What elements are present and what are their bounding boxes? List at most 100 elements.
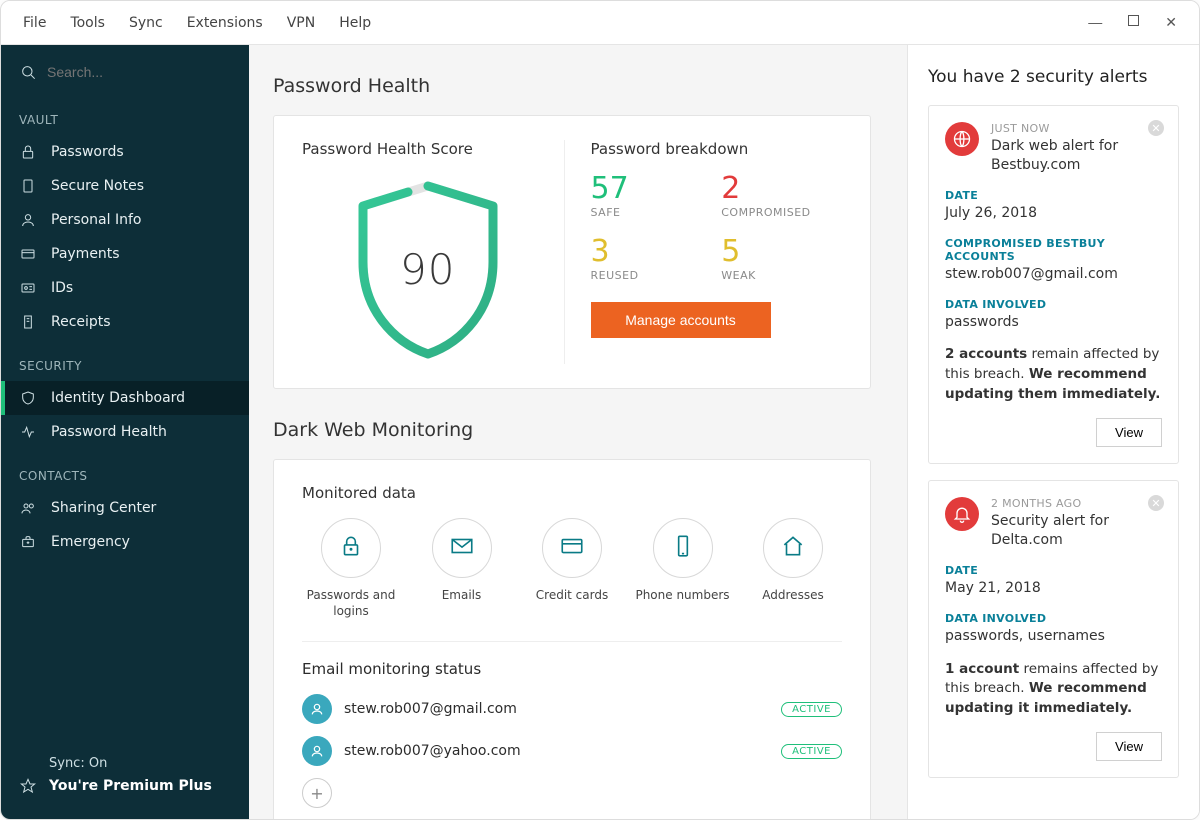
monitored-item-phone-numbers[interactable]: Phone numbers [634, 518, 732, 619]
breakdown-compromised: 2 COMPROMISED [721, 174, 842, 219]
password-health-heading: Password Health [273, 75, 871, 97]
alert-card: ✕ JUST NOW Dark web alert for Bestbuy.co… [928, 105, 1179, 464]
sidebar-item-personal-info[interactable]: Personal Info [1, 203, 249, 237]
monitored-label: Credit cards [536, 588, 608, 604]
main-scroll[interactable]: Password Health Password Health Score [249, 45, 907, 819]
alert-date-value: May 21, 2018 [945, 579, 1162, 598]
breakdown-weak-label: WEAK [721, 269, 842, 282]
sidebar-item-label: Receipts [51, 314, 111, 330]
alert-date-label: DATE [945, 564, 1162, 577]
breakdown-compromised-value: 2 [721, 174, 842, 204]
lock-small-icon [338, 533, 364, 563]
envelope-icon [449, 533, 475, 563]
id-icon [19, 279, 37, 297]
credit-card-icon [559, 533, 585, 563]
breakdown-safe-value: 57 [591, 174, 712, 204]
people-icon [19, 499, 37, 517]
pulse-icon [19, 423, 37, 441]
phone-icon [670, 533, 696, 563]
menu-item-vpn[interactable]: VPN [275, 9, 328, 37]
alert-data-label: DATA INVOLVED [945, 298, 1162, 311]
sidebar-item-label: Secure Notes [51, 178, 144, 194]
add-email-button[interactable]: + [302, 778, 332, 808]
monitored-item-credit-cards[interactable]: Credit cards [523, 518, 621, 619]
sidebar-footer: Sync: On You're Premium Plus [1, 740, 249, 819]
sidebar-item-label: Identity Dashboard [51, 390, 185, 406]
email-row[interactable]: stew.rob007@yahoo.com ACTIVE [302, 730, 842, 772]
sidebar-item-emergency[interactable]: Emergency [1, 525, 249, 559]
alert-time: 2 MONTHS AGO [991, 497, 1162, 510]
sidebar-item-password-health[interactable]: Password Health [1, 415, 249, 449]
receipt-icon [19, 313, 37, 331]
sidebar-item-sharing-center[interactable]: Sharing Center [1, 491, 249, 525]
manage-accounts-button[interactable]: Manage accounts [591, 302, 771, 338]
menu-item-sync[interactable]: Sync [117, 9, 175, 37]
shield-icon [19, 389, 37, 407]
sidebar-item-label: Payments [51, 246, 120, 262]
shield-score-graphic: 90 [302, 174, 554, 364]
search-row[interactable] [1, 45, 249, 93]
breakdown-safe: 57 SAFE [591, 174, 712, 219]
section-label-vault: VAULT [1, 93, 249, 135]
alert-card: ✕ 2 MONTHS AGO Security alert for Delta.… [928, 480, 1179, 778]
alert-time: JUST NOW [991, 122, 1162, 135]
menu-item-help[interactable]: Help [327, 9, 383, 37]
alert-accounts-label: COMPROMISED BESTBUY ACCOUNTS [945, 237, 1162, 263]
breakdown-weak: 5 WEAK [721, 237, 842, 282]
maximize-icon[interactable] [1128, 15, 1139, 26]
status-badge: ACTIVE [781, 702, 842, 717]
breakdown-heading: Password breakdown [591, 140, 843, 158]
sidebar-item-label: Emergency [51, 534, 130, 550]
search-input[interactable] [47, 64, 231, 80]
alert-data-value: passwords [945, 313, 1162, 332]
monitored-data-heading: Monitored data [302, 484, 842, 502]
breakdown-reused: 3 REUSED [591, 237, 712, 282]
email-row[interactable]: stew.rob007@gmail.com ACTIVE [302, 688, 842, 730]
breakdown-weak-value: 5 [721, 237, 842, 267]
monitored-item-emails[interactable]: Emails [413, 518, 511, 619]
alerts-panel: You have 2 security alerts ✕ JUST NOW Da… [907, 45, 1199, 819]
view-button[interactable]: View [1096, 732, 1162, 761]
breakdown-reused-label: REUSED [591, 269, 712, 282]
sidebar-item-label: Personal Info [51, 212, 141, 228]
section-label-security: SECURITY [1, 339, 249, 381]
menubar: File Tools Sync Extensions VPN Help — ✕ [1, 1, 1199, 45]
email-address: stew.rob007@gmail.com [344, 701, 517, 717]
email-status-heading: Email monitoring status [302, 660, 842, 678]
app-window: File Tools Sync Extensions VPN Help — ✕ … [0, 0, 1200, 820]
avatar-icon [302, 736, 332, 766]
minimize-icon[interactable]: — [1088, 14, 1102, 31]
card-icon [19, 245, 37, 263]
lock-icon [19, 143, 37, 161]
menu-item-file[interactable]: File [11, 9, 58, 37]
alert-data-label: DATA INVOLVED [945, 612, 1162, 625]
sidebar-item-receipts[interactable]: Receipts [1, 305, 249, 339]
sidebar-item-secure-notes[interactable]: Secure Notes [1, 169, 249, 203]
menu-item-extensions[interactable]: Extensions [175, 9, 275, 37]
menu-item-tools[interactable]: Tools [58, 9, 117, 37]
avatar-icon [302, 694, 332, 724]
monitored-label: Passwords and logins [302, 588, 400, 619]
sidebar-item-payments[interactable]: Payments [1, 237, 249, 271]
alert-headline: Security alert for Delta.com [991, 512, 1162, 550]
close-icon[interactable]: ✕ [1165, 14, 1177, 31]
monitored-item-addresses[interactable]: Addresses [744, 518, 842, 619]
sidebar-item-ids[interactable]: IDs [1, 271, 249, 305]
premium-label: You're Premium Plus [49, 778, 212, 794]
monitored-item-passwords[interactable]: Passwords and logins [302, 518, 400, 619]
person-icon [19, 211, 37, 229]
web-alert-icon [945, 122, 979, 156]
home-icon [780, 533, 806, 563]
close-icon[interactable]: ✕ [1148, 120, 1164, 136]
premium-status[interactable]: You're Premium Plus [19, 777, 231, 795]
sidebar-item-label: Sharing Center [51, 500, 156, 516]
monitored-label: Emails [442, 588, 482, 604]
view-button[interactable]: View [1096, 418, 1162, 447]
sidebar-item-identity-dashboard[interactable]: Identity Dashboard [1, 381, 249, 415]
alert-headline: Dark web alert for Bestbuy.com [991, 137, 1162, 175]
main-area: Password Health Password Health Score [249, 45, 1199, 819]
search-icon [19, 63, 37, 81]
dark-web-card: Monitored data Passwords and logins Emai… [273, 459, 871, 819]
sidebar-item-passwords[interactable]: Passwords [1, 135, 249, 169]
alert-body-strong: 1 account [945, 661, 1019, 677]
